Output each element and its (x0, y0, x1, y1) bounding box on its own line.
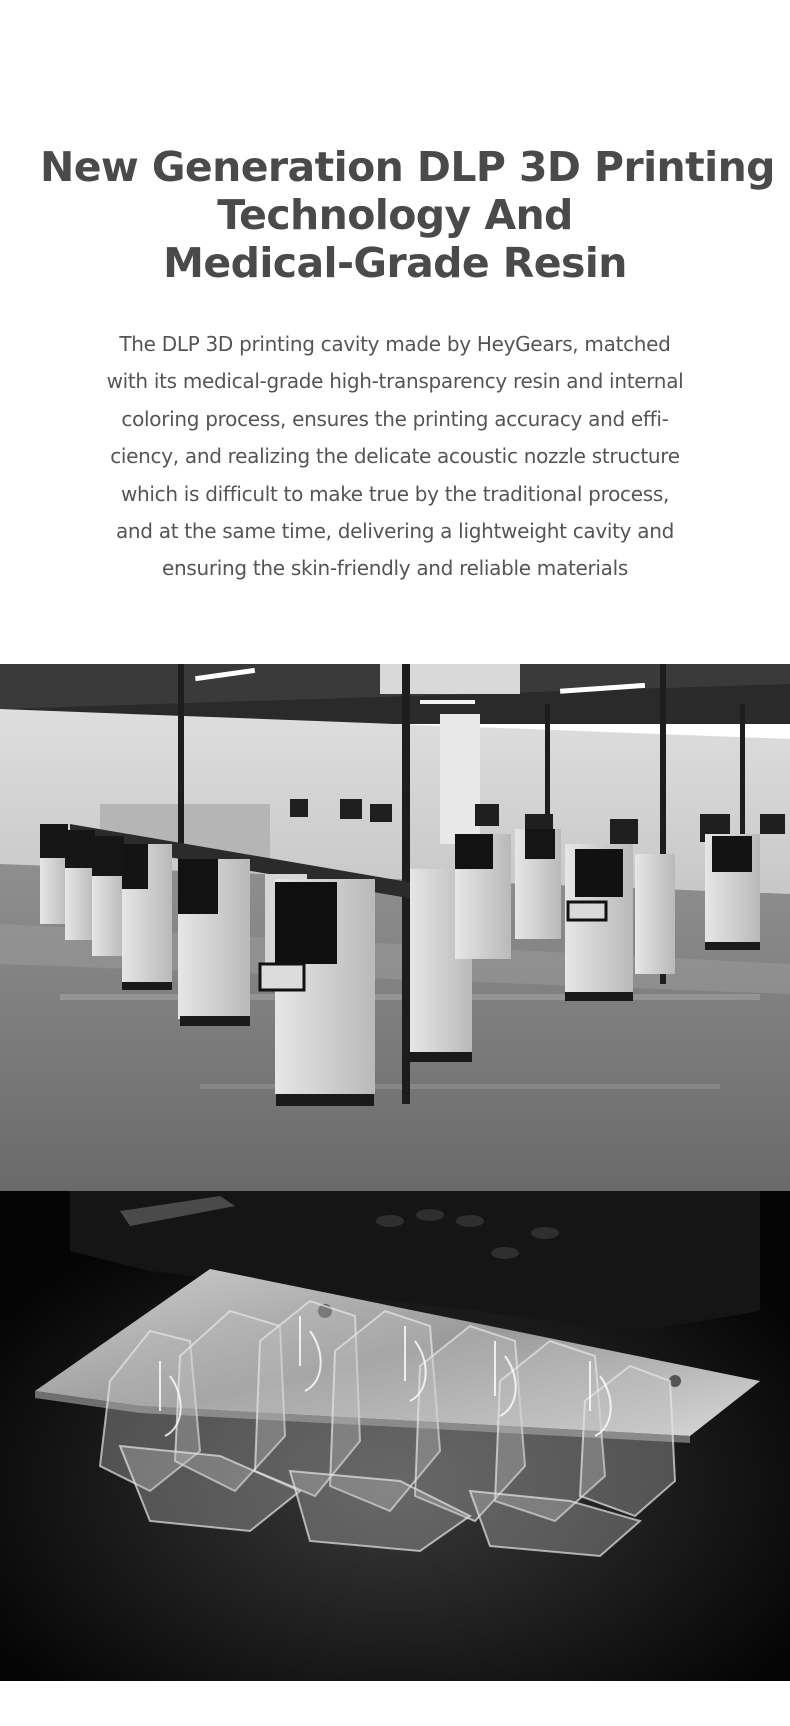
heading-line: New Generation DLP 3D Printing (40, 143, 776, 192)
description-line: with its medical-grade high-transparency… (106, 369, 684, 394)
resin-prints-photo (0, 1191, 790, 1681)
section-description: The DLP 3D printing cavity made by HeyGe… (100, 326, 690, 588)
description-line: The DLP 3D printing cavity made by HeyGe… (119, 332, 671, 356)
section-heading: New Generation DLP 3D Printing Technolog… (40, 143, 776, 288)
description-line: and at the same time, delivering a light… (115, 519, 675, 544)
description-line: coloring process, ensures the printing a… (121, 406, 669, 431)
description-line: which is difficult to make true by the t… (120, 481, 669, 506)
heading-line: Technology And (217, 191, 573, 240)
description-line: ciency, and realizing the delicate acous… (110, 444, 680, 469)
description-line: ensuring the skin-friendly and reliable … (161, 556, 628, 581)
heading-line: Medical-Grade Resin (163, 239, 627, 288)
page: New Generation DLP 3D Printing Technolog… (0, 0, 790, 1726)
factory-printers-photo (0, 664, 790, 1191)
